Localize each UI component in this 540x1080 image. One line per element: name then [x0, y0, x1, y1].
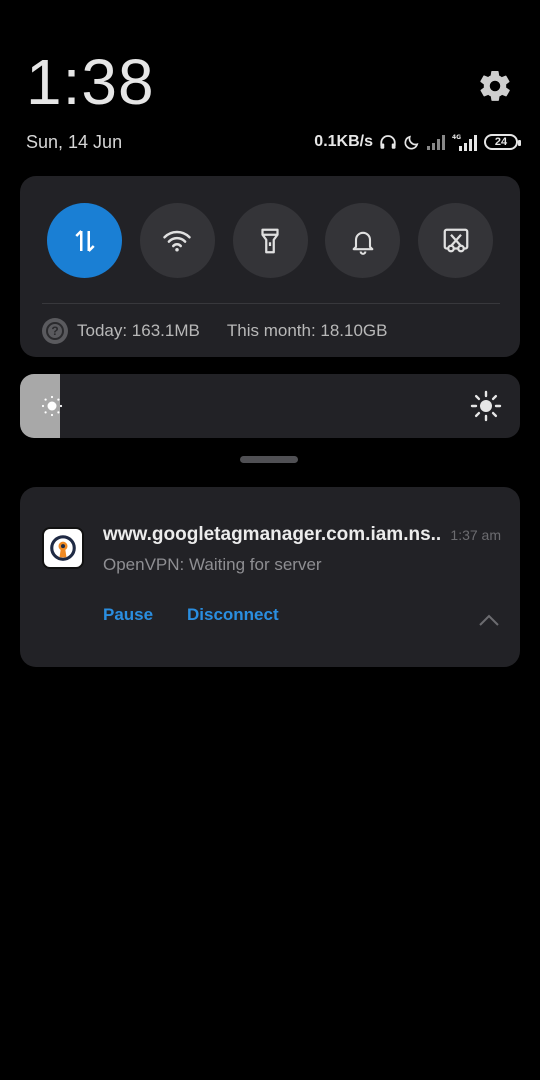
notification-card[interactable]: www.googletagmanager.com.iam.ns.. 1:37 a…: [20, 487, 520, 667]
wifi-icon: [163, 230, 191, 251]
pause-button[interactable]: Pause: [103, 605, 153, 625]
data-usage-today: Today: 163.1MB: [77, 321, 200, 340]
moon-icon: [403, 134, 420, 151]
svg-text:4G: 4G: [452, 134, 461, 141]
screenshot-scissors-icon: [443, 228, 468, 252]
settings-button[interactable]: [477, 68, 513, 104]
status-bar: 0.1KB/s 4G 24: [314, 131, 521, 153]
disconnect-button[interactable]: Disconnect: [187, 605, 279, 625]
toggle-screenshot[interactable]: [418, 203, 493, 278]
clock[interactable]: 1:38: [26, 46, 155, 118]
headphones-icon: [379, 133, 397, 151]
toggle-wifi[interactable]: [139, 203, 215, 278]
flashlight-icon: [261, 228, 279, 253]
notification-title: www.googletagmanager.com.iam.ns..: [103, 524, 442, 545]
toggle-mobile-data[interactable]: [47, 203, 122, 278]
date[interactable]: Sun, 14 Jun: [26, 132, 122, 153]
brightness-low-icon: [41, 395, 63, 417]
gear-icon: [480, 70, 510, 101]
network-speed: 0.1KB/s: [314, 133, 373, 150]
signal-4g-icon: 4G: [452, 133, 478, 151]
quick-settings-panel: ? Today: 163.1MB This month: 18.10GB: [20, 176, 520, 357]
signal-icon: [426, 134, 446, 150]
drag-handle[interactable]: [240, 456, 298, 463]
question-icon: ?: [42, 318, 68, 344]
data-usage-month: This month: 18.10GB: [226, 321, 388, 340]
brightness-high-icon: [470, 390, 502, 422]
bell-icon: [352, 231, 374, 255]
divider: [42, 303, 500, 304]
notification-text: OpenVPN: Waiting for server: [103, 555, 322, 574]
toggle-flashlight[interactable]: [232, 203, 308, 278]
data-usage[interactable]: ? Today: 163.1MB This month: 18.10GB: [42, 317, 388, 345]
brightness-slider[interactable]: [20, 374, 520, 438]
chevron-up-icon[interactable]: [478, 613, 500, 627]
openvpn-app-icon: [42, 527, 84, 569]
notification-shade: 1:38 Sun, 14 Jun 0.1KB/s 4G 24 ? Today: …: [0, 0, 540, 1080]
data-transfer-icon: [74, 229, 95, 252]
battery-icon: 24: [484, 134, 521, 150]
notification-time: 1:37 am: [450, 527, 501, 543]
toggle-sound[interactable]: [325, 203, 401, 278]
